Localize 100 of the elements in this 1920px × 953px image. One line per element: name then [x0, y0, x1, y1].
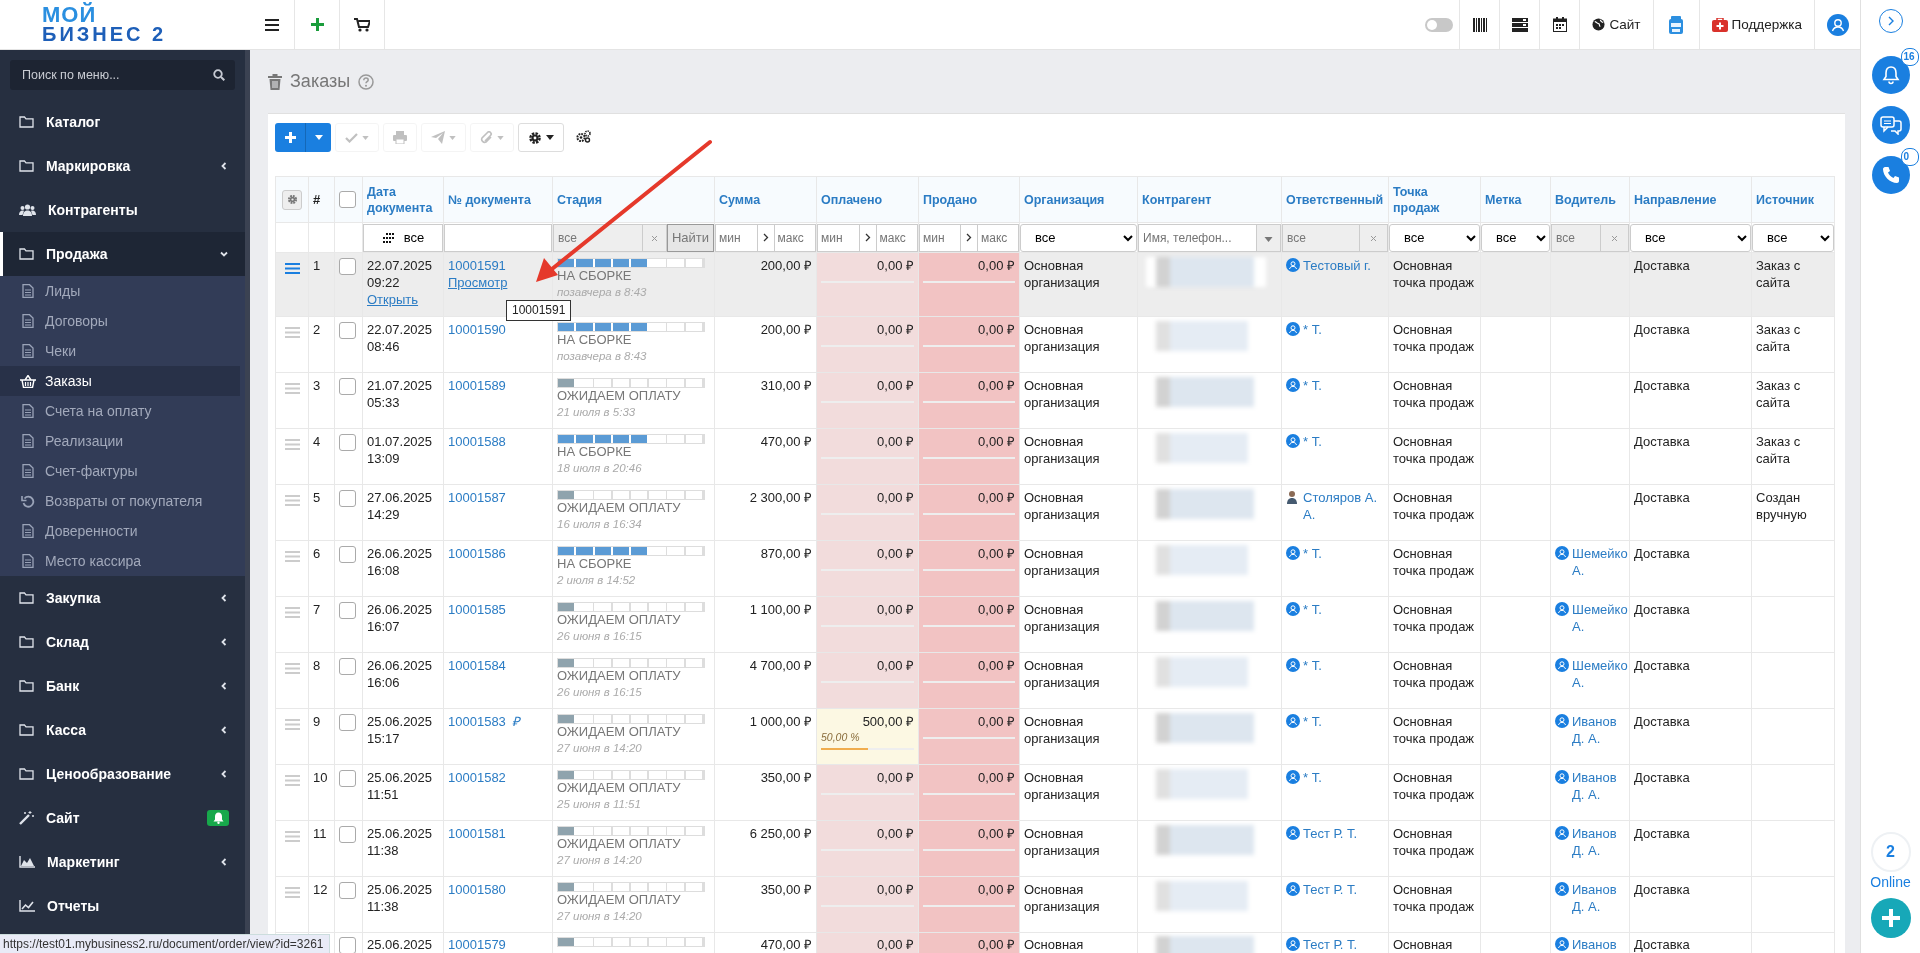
max-field[interactable]: макс [875, 223, 918, 252]
logo[interactable]: МОЙ БИЗНЕС 2 [0, 0, 250, 49]
submenu-item[interactable]: Место кассира [0, 546, 240, 576]
document-number-link[interactable]: 10001588 [448, 434, 506, 449]
table-row[interactable]: 2 22.07.2025 08:46 10001590 НА СБОРКЕ позавчера в 8:43 200,00 ₽ 0,00 ₽ 0,00 ₽ Основная организация * Т. Основная точка продаж Доставка Заказ с сайта [275, 316, 1835, 373]
table-row[interactable]: 11 25.06.2025 11:38 10001581 ОЖИДАЕМ ОПЛАТУ 27 июня в 14:20 6 250,00 ₽ 0,00 ₽ 0,00 ₽ Основная организация Тест Р. Т. Основная точка продаж Иванов Д. А. Доставка [275, 820, 1835, 877]
responsible-link[interactable]: * Т. [1303, 433, 1322, 450]
row-menu-icon[interactable] [284, 383, 300, 394]
table-row[interactable]: 6 26.06.2025 16:08 10001586 НА СБОРКЕ 2 июля в 14:52 870,00 ₽ 0,00 ₽ 0,00 ₽ Основная организация * Т. Основная точка продаж Шемейко А. Доставка [275, 540, 1835, 597]
menu-search-field[interactable]: Поиск по меню... [10, 60, 235, 90]
responsible-link[interactable]: Тест Р. Т. [1303, 825, 1358, 842]
document-number-link[interactable]: 10001585 [448, 602, 506, 617]
row-checkbox[interactable] [339, 322, 356, 340]
date-filter[interactable]: все [363, 223, 443, 252]
row-checkbox[interactable] [339, 714, 356, 732]
add-split-button[interactable] [275, 123, 331, 152]
submenu-item[interactable]: Реализации [0, 426, 240, 456]
sidebar-item[interactable]: Маркетинг [0, 840, 245, 884]
sidebar-item[interactable]: Склад [0, 620, 245, 664]
row-menu-icon[interactable] [284, 719, 300, 730]
find-button[interactable]: Найти [666, 223, 714, 252]
responsible-link[interactable]: Тестовый г. [1303, 257, 1371, 274]
document-number-link[interactable]: 10001590 [448, 322, 506, 337]
sidebar-item[interactable]: Контрагенты [0, 188, 245, 232]
row-checkbox[interactable] [339, 378, 356, 396]
responsible-link[interactable]: * Т. [1303, 657, 1322, 674]
row-checkbox[interactable] [339, 546, 356, 564]
document-number-link[interactable]: 10001589 [448, 378, 506, 393]
chat-button[interactable] [1871, 106, 1910, 144]
row-checkbox[interactable] [339, 826, 356, 844]
column-header[interactable]: Сумма [719, 191, 761, 208]
responsible-link[interactable]: * Т. [1303, 769, 1322, 786]
submenu-item[interactable]: Счет-фактуры [0, 456, 240, 486]
table-settings-button[interactable] [282, 189, 302, 210]
row-menu-icon[interactable] [284, 831, 300, 842]
row-checkbox[interactable] [339, 602, 356, 620]
submenu-item[interactable]: Договоры [0, 306, 240, 336]
document-number-link[interactable]: 10001583 [448, 714, 506, 729]
table-row[interactable]: 10 25.06.2025 11:51 10001582 ОЖИДАЕМ ОПЛАТУ 25 июня в 11:51 350,00 ₽ 0,00 ₽ 0,00 ₽ Основная организация * Т. Основная точка продаж Иванов Д. А. Доставка [275, 764, 1835, 821]
contractor-filter-field[interactable]: Имя, телефон... [1138, 223, 1257, 252]
responsible-link[interactable]: * Т. [1303, 321, 1322, 338]
expand-panel-button[interactable] [1878, 9, 1903, 33]
filter-select[interactable]: все [1020, 223, 1137, 252]
document-number-link[interactable]: 10001586 [448, 546, 506, 561]
row-menu-icon[interactable] [284, 263, 300, 274]
table-row[interactable]: 5 27.06.2025 14:29 10001587 ОЖИДАЕМ ОПЛАТУ 16 июля в 16:34 2 300,00 ₽ 0,00 ₽ 0,00 ₽ Основная организация Столяров А. А. Основная точка продаж Доставка Создан вручную [275, 484, 1835, 541]
document-number-link[interactable]: 10001581 [448, 826, 506, 841]
responsible-link[interactable]: * Т. [1303, 377, 1322, 394]
filter-select[interactable]: все [1630, 223, 1751, 252]
row-menu-icon[interactable] [284, 775, 300, 786]
column-header[interactable]: Метка [1485, 191, 1522, 208]
row-checkbox[interactable] [339, 937, 356, 953]
row-menu-icon[interactable] [284, 551, 300, 562]
column-header[interactable]: Контрагент [1142, 191, 1212, 208]
sidebar-item[interactable]: Маркировка [0, 144, 245, 188]
add-button[interactable] [1870, 898, 1911, 938]
table-row[interactable]: 8 26.06.2025 16:06 10001584 ОЖИДАЕМ ОПЛАТУ 26 июня в 16:15 4 700,00 ₽ 0,00 ₽ 0,00 ₽ Основная организация * Т. Основная точка продаж Шемейко А. Доставка [275, 652, 1835, 709]
row-checkbox[interactable] [339, 434, 356, 452]
clear-button[interactable] [1360, 223, 1388, 252]
submenu-item[interactable]: Заказы [0, 366, 240, 396]
document-number-field[interactable] [444, 223, 552, 252]
max-field[interactable]: макс [977, 223, 1019, 252]
filter-select[interactable]: все [1481, 223, 1550, 252]
row-menu-icon[interactable] [284, 663, 300, 674]
row-checkbox[interactable] [339, 882, 356, 900]
submenu-item[interactable]: Чеки [0, 336, 240, 366]
online-counter[interactable]: 2 [1870, 832, 1911, 872]
min-field[interactable]: мин [715, 223, 758, 252]
table-row[interactable]: 12 25.06.2025 11:38 10001580 ОЖИДАЕМ ОПЛАТУ 27 июня в 14:20 350,00 ₽ 0,00 ₽ 0,00 ₽ Основная организация Тест Р. Т. Основная точка продаж Иванов Д. А. Доставка [275, 876, 1835, 933]
row-checkbox[interactable] [339, 770, 356, 788]
table-row[interactable]: 4 01.07.2025 13:09 10001588 НА СБОРКЕ 18 июля в 20:46 470,00 ₽ 0,00 ₽ 0,00 ₽ Основная организация * Т. Основная точка продаж Доставка Заказ с сайта [275, 428, 1835, 485]
document-number-link[interactable]: 10001587 [448, 490, 506, 505]
settings-button[interactable] [518, 123, 564, 152]
sidebar-item[interactable]: Каталог [0, 100, 245, 144]
clear-button[interactable] [1601, 223, 1629, 252]
row-menu-icon[interactable] [284, 439, 300, 450]
clear-button[interactable] [642, 223, 667, 252]
sidebar-item[interactable]: Закупка [0, 576, 245, 620]
sidebar-item[interactable]: Сайт [0, 796, 245, 840]
table-row[interactable]: 9 25.06.2025 15:17 10001583 ₽ ОЖИДАЕМ ОПЛАТУ 27 июня в 14:20 1 000,00 ₽ 500,00 ₽ 50,00 % 0,00 ₽ Основная организация * Т. Основная точка продаж Иванов Д. А. Доставка [275, 708, 1835, 765]
dropdown-button[interactable] [305, 123, 331, 152]
row-checkbox[interactable] [339, 658, 356, 676]
submenu-item[interactable]: Возвраты от покупателя [0, 486, 240, 516]
range-toggle-button[interactable] [961, 223, 977, 252]
table-row[interactable]: 3 21.07.2025 05:33 10001589 ОЖИДАЕМ ОПЛАТУ 21 июля в 5:33 310,00 ₽ 0,00 ₽ 0,00 ₽ Основная организация * Т. Основная точка продаж Доставка Заказ с сайта [275, 372, 1835, 429]
responsible-link[interactable]: * Т. [1303, 713, 1322, 730]
sidebar-item[interactable]: Продажа [0, 232, 245, 276]
select-all-checkbox[interactable] [339, 191, 356, 209]
row-menu-icon[interactable] [284, 887, 300, 898]
document-number-link[interactable]: 10001591 [448, 258, 506, 273]
row-checkbox[interactable] [339, 258, 356, 276]
column-header[interactable]: Стадия [557, 191, 602, 208]
sidebar-item[interactable]: Отчеты [0, 884, 245, 928]
sidebar-item[interactable]: Касса [0, 708, 245, 752]
filter-select[interactable]: все [1389, 223, 1480, 252]
sidebar-item[interactable]: Ценообразование [0, 752, 245, 796]
submenu-item[interactable]: Лиды [0, 276, 240, 306]
max-field[interactable]: макс [773, 223, 816, 252]
responsible-link[interactable]: * Т. [1303, 545, 1322, 562]
responsible-link[interactable]: Тест Р. Т. [1303, 881, 1358, 898]
